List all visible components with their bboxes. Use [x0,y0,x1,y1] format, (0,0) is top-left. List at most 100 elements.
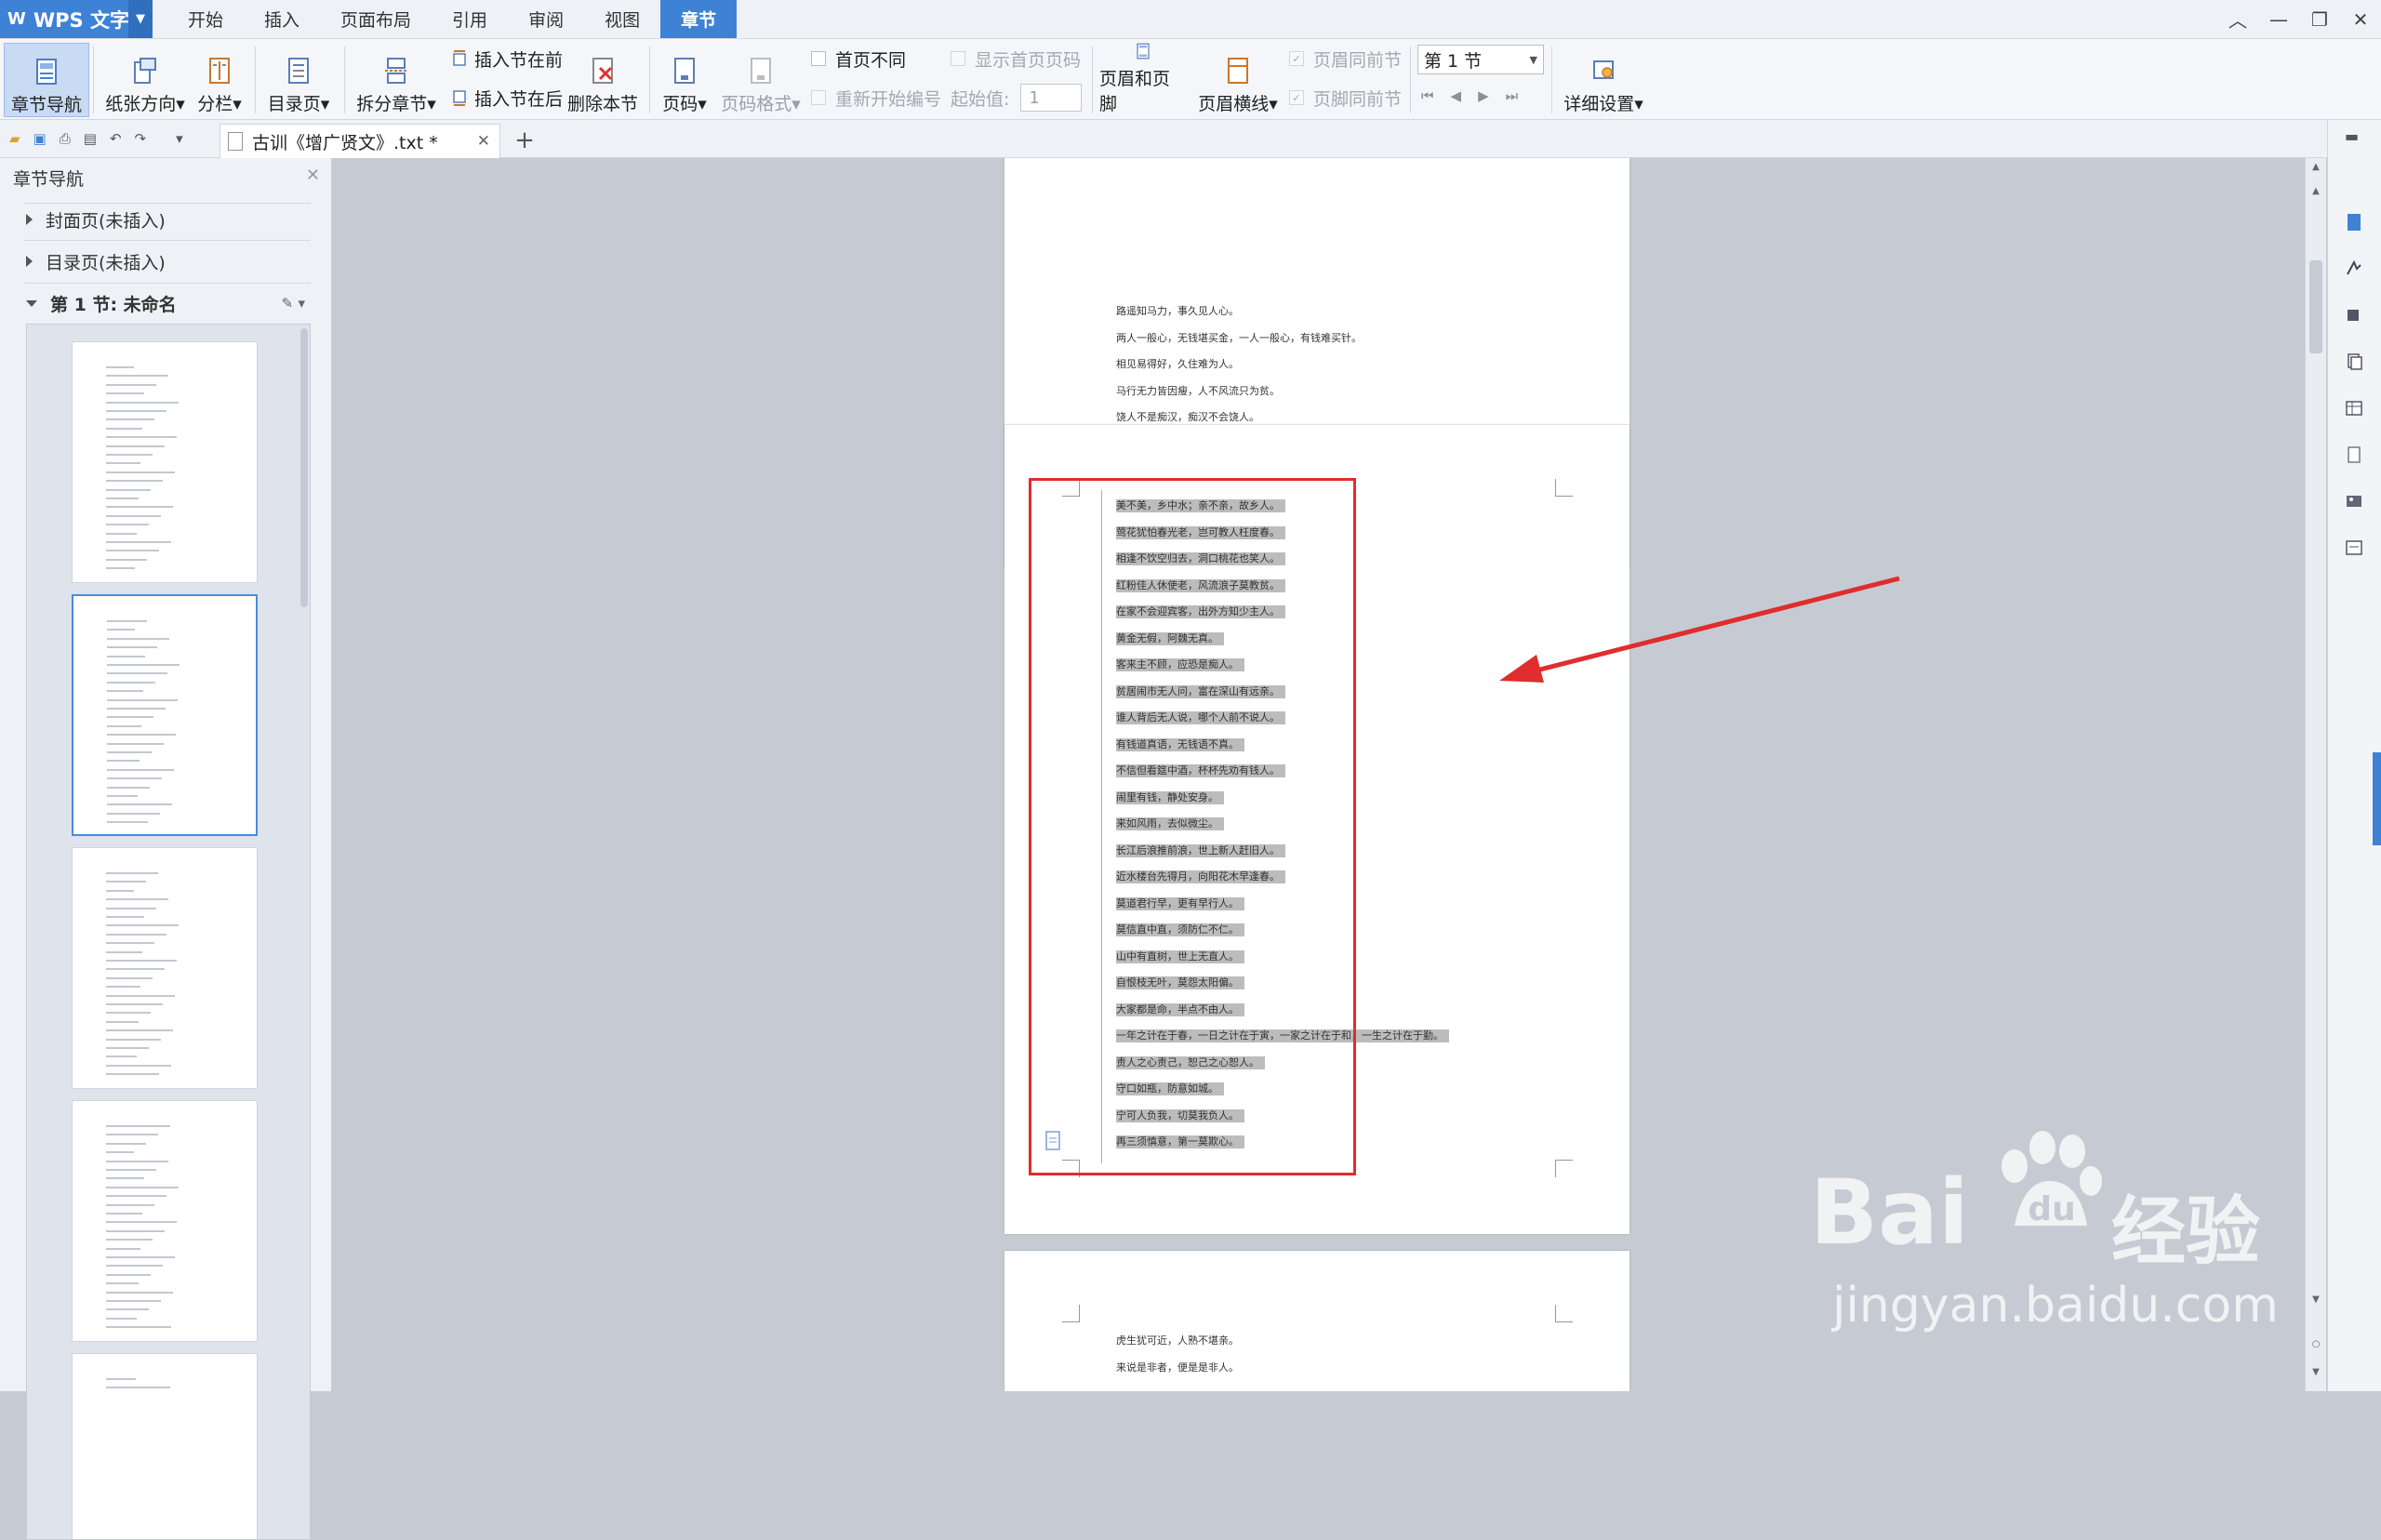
thumbnail-text-line [106,445,165,447]
thumbnail-text-line [106,1239,153,1241]
undo-icon[interactable]: ↶ [110,130,122,147]
image-icon[interactable] [2345,492,2363,511]
detail-settings-button[interactable]: 详细设置▾ [1559,43,1648,115]
paper-orientation-button[interactable]: 纸张方向▾ [100,43,190,115]
tab-insert[interactable]: 插入 [244,0,320,38]
insert-section-before-button[interactable]: 插入节在前 [452,45,563,73]
edit-pencil-icon[interactable]: ✎ ▾ [282,295,305,312]
show-first-page-number-checkbox[interactable]: 显示首页页码 [951,45,1081,73]
page-number-format-button[interactable]: 页码格式▾ [716,43,805,115]
scrollbar-thumb[interactable] [2309,260,2322,353]
table-icon[interactable] [2345,399,2363,418]
split-section-icon [385,58,407,84]
section-nav-button[interactable]: 章节导航 [4,43,89,117]
footer-same-as-previous-checkbox[interactable]: ✓ 页脚同前节 [1289,84,1402,112]
start-value-input[interactable]: 1 [1020,84,1083,112]
first-page-different-checkbox[interactable]: 首页不同 [811,45,906,73]
paragraph-options-icon[interactable] [1045,1131,1062,1151]
document-page[interactable]: 虎生犹可近，人熟不堪亲。 来说是非者，便是是非人。 [1004,1251,1629,1391]
close-tab-icon[interactable]: ✕ [477,132,490,151]
next-section-icon[interactable]: ▶ [1478,87,1489,104]
page-thumbnail[interactable] [72,341,258,583]
header-footer-button[interactable]: 页眉和页脚 [1099,43,1187,115]
page-thumbnail[interactable] [72,847,258,1089]
highlight-box [1029,478,1356,1175]
nav-item-section-1[interactable]: 第 1 节: 未命名 ✎ ▾ [26,285,314,322]
page-thumbnail[interactable] [72,594,258,836]
restore-icon[interactable]: ❐ [2299,0,2340,38]
scroll-up-icon[interactable]: ▲ [2306,162,2326,172]
thumbnail-text-line [106,550,159,552]
vertical-scrollbar[interactable]: ▲ ▲ ▼ ○ ▼ [2305,158,2326,1391]
backup-icon[interactable] [2345,538,2363,557]
tab-section[interactable]: 章节 [660,0,738,38]
collapse-ribbon-icon[interactable]: ︿ [2217,0,2258,38]
close-icon[interactable]: ✕ [306,166,320,185]
document-text-line[interactable]: 相见易得好，久住难为人。 [1116,358,1239,371]
minimize-icon[interactable]: — [2258,0,2299,38]
prev-section-icon[interactable]: ◀ [1451,87,1462,104]
checkbox-box[interactable]: ✓ [1289,51,1304,66]
thumbnail-text-line [106,994,175,997]
nav-item-cover-page[interactable]: 封面页(未插入) [26,201,314,238]
header-line-icon [1228,58,1248,84]
next-page-icon[interactable]: ▼ [2306,1367,2326,1377]
nav-item-toc-page[interactable]: 目录页(未插入) [26,243,314,280]
section-select-dropdown[interactable]: 第 1 节 ▼ [1417,45,1544,74]
thumbnail-scrollbar[interactable] [300,328,308,607]
chevron-down-icon[interactable]: ▼ [128,0,153,38]
document-list-icon[interactable] [2345,445,2363,464]
page-number-button[interactable]: 页码▾ [657,43,712,115]
checkbox-box[interactable] [811,51,826,66]
delete-section-button[interactable]: 删除本节 [565,43,640,115]
tab-page-layout[interactable]: 页面布局 [320,0,432,38]
wps-menu-button[interactable]: W WPS 文字 ▼ [0,0,153,38]
page-thumbnail[interactable] [72,1100,258,1342]
style-icon[interactable] [2345,259,2363,278]
header-line-button[interactable]: 页眉横线▾ [1194,43,1282,115]
restart-numbering-checkbox[interactable]: 重新开始编号 [811,84,941,112]
thumbnail-text-line [107,742,164,745]
tab-references[interactable]: 引用 [432,0,508,38]
document-text-line[interactable]: 路遥知马力，事久见人心。 [1116,305,1239,318]
thumbnail-text-line [106,1055,137,1058]
scroll-up-icon[interactable]: ▲ [2306,186,2326,196]
open-folder-icon[interactable]: ▰ [9,130,20,147]
select-icon[interactable] [2345,306,2363,325]
pane-handle[interactable] [2373,752,2381,845]
first-section-icon[interactable]: ⏮ [1421,87,1434,104]
document-text-line[interactable]: 两人一般心，无钱堪买金，一人一般心，有钱难买针。 [1116,332,1362,345]
collapse-arrow-icon [26,299,37,307]
split-section-button[interactable]: 拆分章节▾ [352,43,441,115]
tab-review[interactable]: 审阅 [508,0,584,38]
close-icon[interactable]: ✕ [2340,0,2381,38]
document-text-line[interactable]: 马行无力皆因瘦，人不风流只为贫。 [1116,385,1280,398]
checkbox-box[interactable] [951,51,965,66]
redo-icon[interactable]: ↷ [135,130,147,147]
columns-label: 分栏▾ [197,94,242,114]
document-text-line[interactable]: 饶人不是痴汉，痴汉不会饶人。 [1116,411,1259,424]
document-tab[interactable]: 古训《增广贤文》.txt * ✕ [219,124,500,158]
pane-toggle-icon[interactable]: ▬ [2345,127,2363,146]
page-thumbnail[interactable] [72,1353,258,1539]
prev-page-icon[interactable]: ○ [2306,1339,2326,1349]
checkbox-box[interactable] [811,90,826,105]
print-preview-icon[interactable]: ▤ [84,130,97,147]
tab-home[interactable]: 开始 [167,0,244,38]
document-text-line[interactable]: 虎生犹可近，人熟不堪亲。 [1116,1334,1239,1348]
scroll-down-icon[interactable]: ▼ [2306,1294,2326,1305]
new-doc-icon[interactable] [2345,213,2363,232]
save-icon[interactable]: ▣ [33,130,47,147]
last-section-icon[interactable]: ⏭ [1506,87,1519,104]
header-same-as-previous-checkbox[interactable]: ✓ 页眉同前节 [1289,45,1402,73]
new-tab-icon[interactable]: + [508,124,541,157]
document-text-line[interactable]: 来说是非者，便是是非人。 [1116,1361,1239,1374]
toc-page-button[interactable]: 目录页▾ [262,43,335,115]
insert-section-after-button[interactable]: 插入节在后 [452,84,563,112]
copy-icon[interactable] [2345,352,2363,371]
print-icon[interactable]: ⎙ [60,130,71,147]
tab-view[interactable]: 视图 [584,0,660,38]
customize-caret-icon[interactable]: ▾ [176,130,183,147]
checkbox-box[interactable]: ✓ [1289,90,1304,105]
columns-button[interactable]: 分栏▾ [192,43,247,115]
